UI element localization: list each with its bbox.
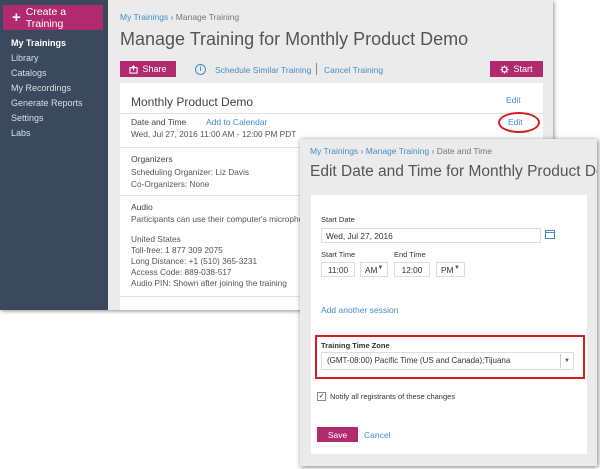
date-time-label: Date and Time bbox=[131, 117, 187, 127]
breadcrumb-separator: › bbox=[170, 12, 174, 22]
sidebar-item-settings[interactable]: Settings bbox=[11, 113, 44, 123]
add-another-session-link[interactable]: Add another session bbox=[321, 305, 399, 315]
create-training-button[interactable]: + Create a Training bbox=[3, 5, 103, 30]
notify-label: Notify all registrants of these changes bbox=[330, 392, 456, 401]
sidebar-item-my-trainings[interactable]: My Trainings bbox=[11, 38, 66, 48]
share-button[interactable]: Share bbox=[120, 61, 176, 77]
breadcrumb-current: Manage Training bbox=[175, 12, 240, 22]
long-distance-number: Long Distance: +1 (510) 365-3231 bbox=[131, 256, 258, 266]
sidebar-item-catalogs[interactable]: Catalogs bbox=[11, 68, 47, 78]
breadcrumb-current: Date and Time bbox=[436, 146, 492, 156]
breadcrumb-manage-training[interactable]: Manage Training bbox=[366, 146, 429, 156]
start-date-label: Start Date bbox=[321, 215, 355, 224]
co-organizers: Co-Organizers: None bbox=[131, 179, 210, 189]
breadcrumb-separator: › bbox=[431, 146, 435, 156]
share-icon bbox=[129, 64, 139, 74]
start-button[interactable]: Start bbox=[490, 61, 543, 77]
sidebar-item-library[interactable]: Library bbox=[11, 53, 39, 63]
calendar-icon[interactable] bbox=[545, 230, 555, 239]
organizers-label: Organizers bbox=[131, 154, 173, 164]
audio-pin: Audio PIN: Shown after joining the train… bbox=[131, 278, 287, 288]
edit-training-link[interactable]: Edit bbox=[506, 95, 521, 105]
sidebar: + Create a Training My Trainings Library… bbox=[0, 0, 108, 310]
end-time-label: End Time bbox=[394, 250, 426, 259]
breadcrumb-my-trainings[interactable]: My Trainings bbox=[120, 12, 168, 22]
start-ampm-select[interactable]: AM ▼ bbox=[360, 262, 388, 277]
plus-icon: + bbox=[12, 9, 21, 26]
audio-label: Audio bbox=[131, 202, 153, 212]
start-time-input[interactable]: 11:00 bbox=[321, 262, 355, 277]
audio-country: United States bbox=[131, 234, 181, 244]
sidebar-item-my-recordings[interactable]: My Recordings bbox=[11, 83, 71, 93]
page-title: Manage Training for Monthly Product Demo bbox=[120, 29, 469, 49]
share-label: Share bbox=[142, 64, 167, 74]
save-button[interactable]: Save bbox=[317, 427, 358, 442]
audio-description: Participants can use their computer's mi… bbox=[131, 214, 313, 224]
date-time-form: Start Date Wed, Jul 27, 2016 Start Time … bbox=[311, 195, 587, 454]
schedule-similar-link[interactable]: Schedule Similar Training bbox=[215, 65, 311, 75]
highlight-box bbox=[315, 335, 585, 379]
sidebar-item-labs[interactable]: Labs bbox=[11, 128, 31, 138]
breadcrumb: My Trainings › Manage Training bbox=[120, 12, 239, 22]
start-label: Start bbox=[513, 64, 533, 74]
scheduling-organizer: Scheduling Organizer: Liz Davis bbox=[131, 167, 250, 177]
chevron-down-icon: ▼ bbox=[454, 265, 460, 271]
sidebar-item-generate-reports[interactable]: Generate Reports bbox=[11, 98, 83, 108]
cancel-link[interactable]: Cancel bbox=[364, 430, 390, 440]
start-time-label: Start Time bbox=[321, 250, 356, 259]
edit-date-time-window: My Trainings › Manage Training › Date an… bbox=[300, 139, 597, 466]
end-time-input[interactable]: 12:00 bbox=[394, 262, 430, 277]
start-ampm-value: AM bbox=[365, 265, 378, 275]
breadcrumb-separator: › bbox=[360, 146, 364, 156]
breadcrumb-my-trainings[interactable]: My Trainings bbox=[310, 146, 358, 156]
training-title: Monthly Product Demo bbox=[131, 95, 254, 109]
access-code: Access Code: 889-038-517 bbox=[131, 267, 232, 277]
notify-checkbox[interactable]: ✓ bbox=[317, 392, 326, 401]
create-training-label: Create a Training bbox=[25, 5, 67, 30]
dialog-title: Edit Date and Time for Monthly Product D… bbox=[310, 163, 597, 180]
divider bbox=[120, 113, 543, 114]
cancel-training-link[interactable]: Cancel Training bbox=[324, 65, 383, 75]
breadcrumb: My Trainings › Manage Training › Date an… bbox=[310, 146, 492, 156]
toll-free-number: Toll-free: 1 877 309 2075 bbox=[131, 245, 223, 255]
highlight-oval bbox=[498, 112, 540, 133]
end-ampm-select[interactable]: PM ▼ bbox=[436, 262, 465, 277]
info-icon[interactable]: i bbox=[195, 64, 206, 75]
chevron-down-icon: ▼ bbox=[377, 265, 384, 271]
date-time-value: Wed, Jul 27, 2016 11:00 AM - 12:00 PM PD… bbox=[131, 129, 297, 139]
toolbar-divider bbox=[316, 63, 317, 75]
gear-icon bbox=[500, 64, 510, 74]
end-ampm-value: PM bbox=[441, 265, 454, 275]
add-to-calendar-link[interactable]: Add to Calendar bbox=[206, 117, 267, 127]
start-date-input[interactable]: Wed, Jul 27, 2016 bbox=[321, 228, 541, 243]
